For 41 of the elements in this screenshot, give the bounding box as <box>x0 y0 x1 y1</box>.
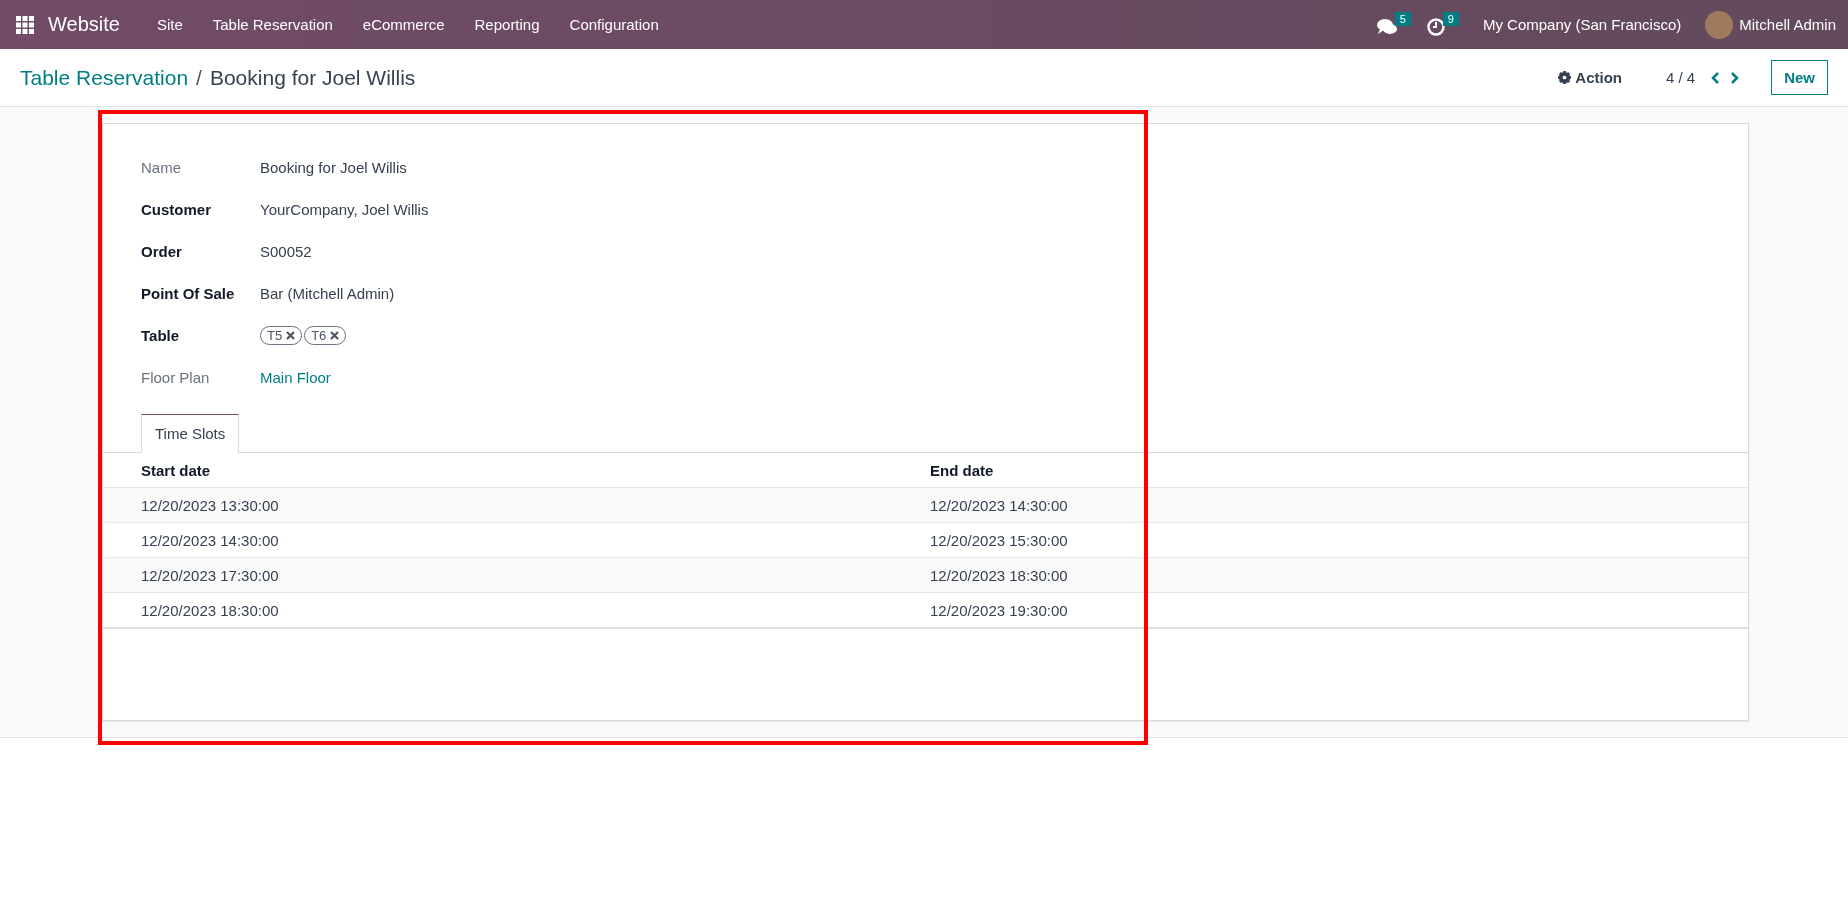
field-label: Floor Plan <box>141 368 211 386</box>
field-label: Name <box>141 158 182 176</box>
remove-icon[interactable] <box>286 330 296 340</box>
menu-item[interactable]: Reporting <box>459 0 555 49</box>
app-name: Website <box>48 13 120 36</box>
menu-item[interactable]: Table Reservation <box>197 0 348 49</box>
field-label: Point Of Sale <box>141 284 236 302</box>
table-cell-text: 12/20/2023 13:30:00 <box>141 496 280 514</box>
activities-button[interactable]: 9 <box>1420 11 1459 38</box>
gear-icon <box>1558 71 1572 84</box>
menu-item[interactable]: Site <box>141 0 198 49</box>
table-cell-text: 12/20/2023 14:30:00 <box>141 531 280 549</box>
table-cell-text: 12/20/2023 19:30:00 <box>930 601 1069 619</box>
breadcrumb-separator: / <box>196 65 202 90</box>
field-value: Bar (Mitchell Admin) <box>260 284 396 302</box>
remove-icon[interactable] <box>330 330 340 340</box>
pager-counter: 4 / 4 <box>1665 69 1696 86</box>
record-title: Booking for Joel Willis <box>209 65 416 90</box>
column-header[interactable]: Start date <box>141 461 930 479</box>
field-label: Order <box>141 242 183 260</box>
table-cell-text: 12/20/2023 15:30:00 <box>930 531 1069 549</box>
breadcrumb-link[interactable]: Table Reservation <box>20 65 189 90</box>
tab[interactable]: Time Slots <box>141 414 240 453</box>
menu-item[interactable]: eCommerce <box>347 0 460 49</box>
action-button[interactable]: Action <box>1552 68 1628 87</box>
field-label: Table <box>141 326 181 344</box>
table-cell-text: 12/20/2023 17:30:00 <box>141 566 280 584</box>
field-link[interactable]: Main Floor <box>260 368 1710 386</box>
table-cell-text: 12/20/2023 14:30:00 <box>930 496 1069 514</box>
new-button[interactable]: New <box>1771 60 1828 95</box>
user-menu[interactable]: Mitchell Admin <box>1705 10 1836 39</box>
table-cell-text: 12/20/2023 18:30:00 <box>930 566 1069 584</box>
field-value: YourCompany, Joel Willis <box>260 200 430 218</box>
menu-item[interactable]: Configuration <box>554 0 674 49</box>
field-label: Customer <box>141 200 212 218</box>
messages-button[interactable]: 5 <box>1370 11 1411 38</box>
company-switcher[interactable]: My Company (San Francisco) <box>1468 16 1696 33</box>
column-header[interactable]: End date <box>930 461 1748 479</box>
field-value: Booking for Joel Willis <box>260 158 408 176</box>
table-cell-text: 12/20/2023 18:30:00 <box>141 601 280 619</box>
field-value: S00052 <box>260 242 313 260</box>
